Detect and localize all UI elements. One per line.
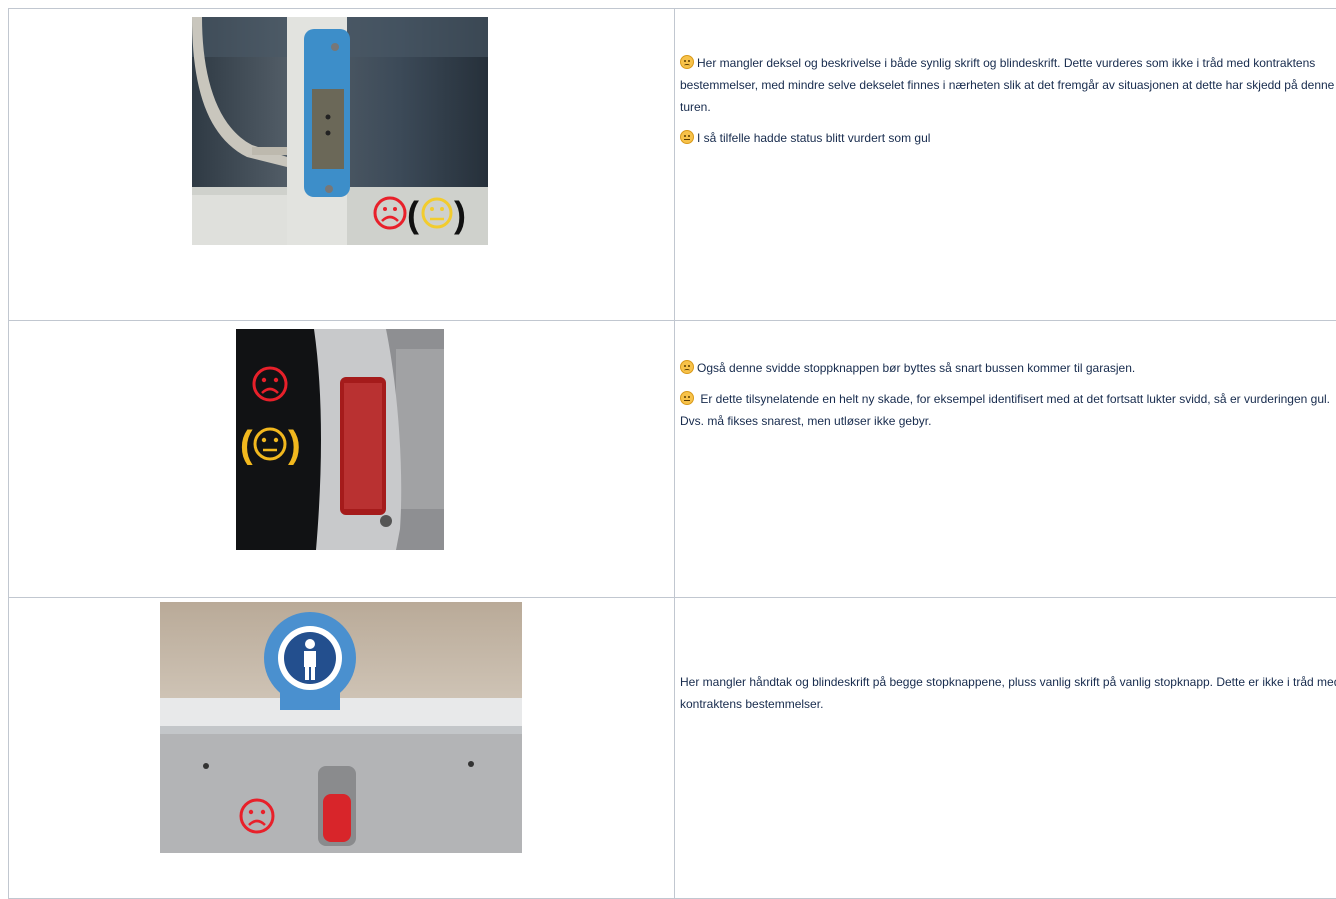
neutral-face-icon xyxy=(680,391,694,405)
stop-button-missing-cover-photo: ( ) xyxy=(192,17,488,245)
paragraph: Her mangler håndtak og blindeskrift på b… xyxy=(680,671,1336,715)
neutral-face-icon xyxy=(680,130,694,144)
svg-text:): ) xyxy=(454,194,466,235)
image-cell xyxy=(9,598,675,899)
paragraph-text: Også denne svidde stoppknappen bør bytte… xyxy=(697,361,1135,375)
table-row: ( ) Også denne svidde stoppknappen bør xyxy=(9,321,1336,598)
paragraph-text: Her mangler deksel og beskrivelse i både… xyxy=(680,56,1334,114)
sad-face-icon xyxy=(680,360,694,374)
paragraph-text: Her mangler håndtak og blindeskrift på b… xyxy=(680,675,1336,711)
svg-text:): ) xyxy=(288,424,301,466)
text-cell: Også denne svidde stoppknappen bør bytte… xyxy=(675,321,1336,598)
paragraph: Også denne svidde stoppknappen bør bytte… xyxy=(680,357,1336,379)
svg-text:(: ( xyxy=(407,194,419,235)
sad-face-icon xyxy=(680,55,694,69)
paragraph-text: Er dette tilsynelatende en helt ny skade… xyxy=(680,392,1330,428)
image-cell: ( ) xyxy=(9,321,675,598)
paragraph-text: I så tilfelle hadde status blitt vurdert… xyxy=(697,131,930,145)
paragraph: Her mangler deksel og beskrivelse i både… xyxy=(680,52,1336,118)
stop-buttons-missing-handle-photo xyxy=(160,602,522,853)
paragraph: I så tilfelle hadde status blitt vurdert… xyxy=(680,127,1336,149)
paragraph: Er dette tilsynelatende en helt ny skade… xyxy=(680,388,1336,432)
text-cell: Her mangler deksel og beskrivelse i både… xyxy=(675,9,1336,321)
svg-text:(: ( xyxy=(240,424,253,466)
burnt-stop-button-photo: ( ) xyxy=(236,329,444,550)
content-table: ( ) Her mangler deksel og beskrivelse i xyxy=(8,8,1336,899)
text-cell: Her mangler håndtak og blindeskrift på b… xyxy=(675,598,1336,899)
image-cell: ( ) xyxy=(9,9,675,321)
table-row: Her mangler håndtak og blindeskrift på b… xyxy=(9,598,1336,899)
table-row: ( ) Her mangler deksel og beskrivelse i xyxy=(9,9,1336,321)
